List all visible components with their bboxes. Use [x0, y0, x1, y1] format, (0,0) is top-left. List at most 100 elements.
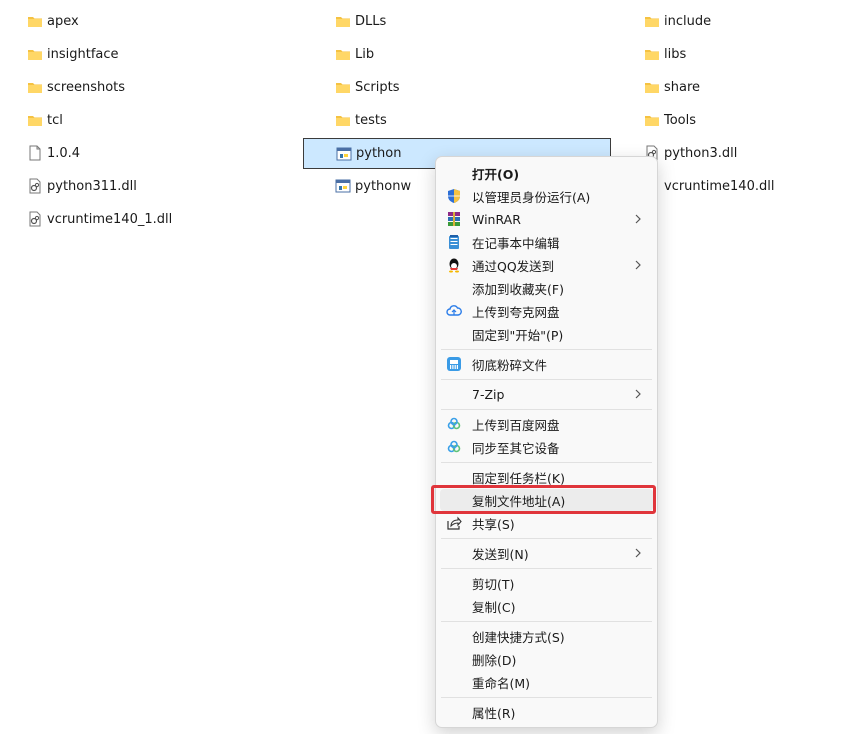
menu-separator [441, 621, 652, 622]
menu-item-7zip[interactable]: 7-Zip [440, 383, 653, 405]
file-name: DLLs [355, 13, 387, 29]
menu-item-open[interactable]: 打开(O) [440, 162, 653, 184]
file-name: libs [664, 46, 687, 62]
menu-item-label: 以管理员身份运行(A) [472, 189, 591, 205]
menu-item-label: 固定到"开始"(P) [472, 327, 564, 343]
annotation-highlight-box [431, 485, 656, 514]
file-name: tests [355, 112, 387, 128]
file-name: Lib [355, 46, 375, 62]
file-item-apex[interactable]: apex [27, 9, 79, 33]
folder-icon [645, 50, 659, 60]
file-name: insightface [47, 46, 119, 62]
dll-file-icon [29, 178, 41, 194]
menu-item-copy[interactable]: 复制(C) [440, 595, 653, 617]
file-name: python3.dll [664, 145, 738, 161]
menu-item-label: 发送到(N) [472, 546, 529, 562]
menu-item-label: 重命名(M) [472, 675, 531, 691]
folder-icon [645, 17, 659, 27]
baidu-sync-icon [446, 439, 462, 455]
menu-separator [441, 462, 652, 463]
file-item-python3-dll[interactable]: python3.dll [644, 141, 737, 165]
menu-item-label: 彻底粉碎文件 [472, 357, 548, 373]
uac-shield-icon [446, 188, 462, 204]
menu-item-share[interactable]: 共享(S) [440, 512, 653, 534]
file-name: vcruntime140.dll [664, 178, 775, 194]
menu-item-label: 在记事本中编辑 [472, 235, 560, 251]
chevron-right-icon [633, 258, 643, 272]
menu-item-create-shortcut[interactable]: 创建快捷方式(S) [440, 625, 653, 647]
folder-icon [336, 83, 350, 93]
file-name: python [356, 146, 402, 161]
menu-item-send-to[interactable]: 发送到(N) [440, 542, 653, 564]
menu-item-add-to-favorites[interactable]: 添加到收藏夹(F) [440, 277, 653, 299]
file-item-tools[interactable]: Tools [644, 108, 696, 132]
menu-item-label: WinRAR [472, 211, 521, 227]
menu-item-label: 打开(O) [472, 166, 520, 182]
file-item-tests[interactable]: tests [335, 108, 387, 132]
file-item-lib[interactable]: Lib [335, 42, 374, 66]
file-item-pythonw[interactable]: pythonw [335, 174, 411, 198]
menu-item-upload-quark[interactable]: 上传到夸克网盘 [440, 300, 653, 322]
file-name: apex [47, 13, 79, 29]
file-item-python311-dll[interactable]: python311.dll [27, 174, 137, 198]
menu-item-cut[interactable]: 剪切(T) [440, 572, 653, 594]
file-name: pythonw [355, 178, 412, 194]
file-name: include [664, 13, 712, 29]
file-item-screenshots[interactable]: screenshots [27, 75, 125, 99]
menu-separator [441, 697, 652, 698]
folder-icon [28, 50, 42, 60]
file-item-share[interactable]: share [644, 75, 700, 99]
folder-icon [336, 17, 350, 27]
menu-separator [441, 409, 652, 410]
file-item-libs[interactable]: libs [644, 42, 686, 66]
folder-icon [28, 83, 42, 93]
menu-item-label: 剪切(T) [472, 576, 515, 592]
file-name: Tools [664, 112, 697, 128]
file-item-include[interactable]: include [644, 9, 711, 33]
file-item-insightface[interactable]: insightface [27, 42, 119, 66]
context-menu: 打开(O) 以管理员身份运行(A) WinRAR 在记事本中编辑 通过QQ发送到… [435, 156, 658, 728]
folder-icon [645, 83, 659, 93]
folder-icon [336, 50, 350, 60]
menu-item-label: 7-Zip [472, 386, 505, 402]
menu-item-label: 固定到任务栏(K) [472, 470, 565, 486]
folder-icon [28, 17, 42, 27]
menu-separator [441, 379, 652, 380]
menu-item-pin-to-start[interactable]: 固定到"开始"(P) [440, 323, 653, 345]
file-name: vcruntime140_1.dll [47, 211, 173, 227]
file-item-tcl[interactable]: tcl [27, 108, 63, 132]
file-name: screenshots [47, 79, 126, 95]
share-icon [446, 515, 462, 531]
file-item-vcruntime140-1-dll[interactable]: vcruntime140_1.dll [27, 207, 172, 231]
shredder-icon [446, 356, 462, 372]
blank-file-icon [29, 145, 41, 161]
menu-item-edit-in-notepad[interactable]: 在记事本中编辑 [440, 231, 653, 253]
file-item-dlls[interactable]: DLLs [335, 9, 386, 33]
menu-item-sync-devices[interactable]: 同步至其它设备 [440, 436, 653, 458]
menu-item-properties[interactable]: 属性(R) [440, 701, 653, 723]
file-item-vcruntime140-dll[interactable]: vcruntime140.dll [644, 174, 774, 198]
menu-item-label: 复制(C) [472, 599, 516, 615]
baidu-cloud-icon [446, 416, 462, 432]
quark-cloud-icon [446, 303, 462, 319]
menu-item-label: 添加到收藏夹(F) [472, 281, 564, 297]
menu-item-delete[interactable]: 删除(D) [440, 648, 653, 670]
file-name: share [664, 79, 701, 95]
menu-item-rename[interactable]: 重命名(M) [440, 671, 653, 693]
menu-item-send-via-qq[interactable]: 通过QQ发送到 [440, 254, 653, 276]
winrar-icon [446, 211, 462, 227]
folder-icon [336, 116, 350, 126]
folder-icon [28, 116, 42, 126]
file-item-scripts[interactable]: Scripts [335, 75, 399, 99]
menu-item-shred-file[interactable]: 彻底粉碎文件 [440, 353, 653, 375]
menu-item-run-as-admin[interactable]: 以管理员身份运行(A) [440, 185, 653, 207]
file-item-1.0.4[interactable]: 1.0.4 [27, 141, 80, 165]
menu-item-winrar[interactable]: WinRAR [440, 208, 653, 230]
dll-file-icon [29, 211, 41, 227]
menu-item-upload-baidu[interactable]: 上传到百度网盘 [440, 413, 653, 435]
file-name: tcl [47, 112, 63, 128]
menu-item-label: 属性(R) [472, 705, 516, 721]
folder-icon [645, 116, 659, 126]
pythonw-exe-icon [335, 179, 351, 193]
file-name: Scripts [355, 79, 400, 95]
